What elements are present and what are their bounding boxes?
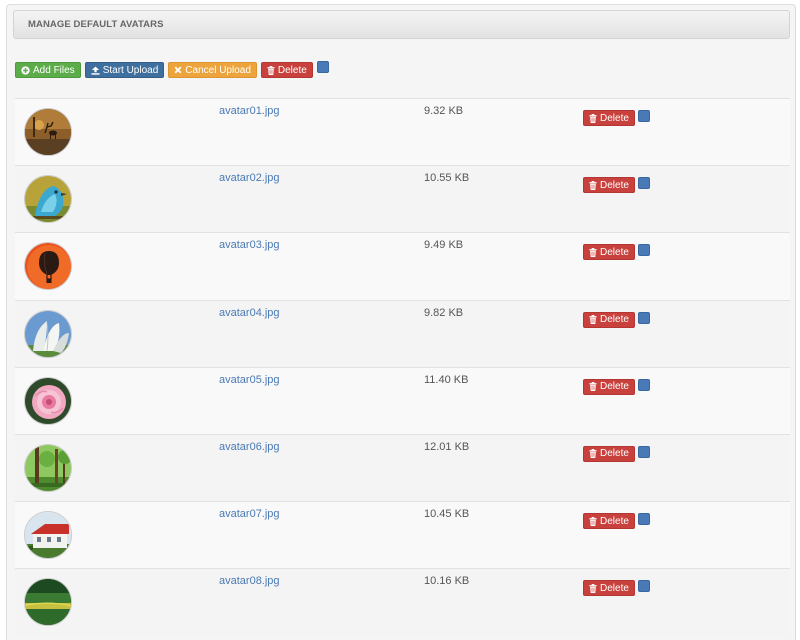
delete-selected-label: Delete xyxy=(277,64,307,76)
trash-icon xyxy=(589,247,597,257)
delete-label: Delete xyxy=(600,179,629,191)
file-size: 11.40 KB xyxy=(424,373,469,386)
trash-icon xyxy=(589,180,597,190)
upload-toolbar: Add Files Start Upload Cancel Upload Del… xyxy=(15,60,329,79)
file-row: avatar05.jpg 11.40 KB Delete xyxy=(15,366,790,434)
delete-label: Delete xyxy=(600,515,629,527)
white-tulips-image xyxy=(25,310,71,357)
delete-file-button[interactable]: Delete xyxy=(583,513,635,530)
delete-label: Delete xyxy=(600,381,629,393)
file-name-link[interactable]: avatar01.jpg xyxy=(219,105,280,117)
delete-file-button[interactable]: Delete xyxy=(583,580,635,597)
row-select-checkbox[interactable] xyxy=(637,378,650,391)
cancel-upload-button[interactable]: Cancel Upload xyxy=(168,62,257,78)
hot-air-balloon-image xyxy=(25,243,71,290)
row-actions: Delete xyxy=(583,445,650,462)
file-name-link[interactable]: avatar08.jpg xyxy=(219,575,280,587)
select-all-checkbox[interactable] xyxy=(316,60,329,73)
avatar-thumbnail xyxy=(24,309,72,358)
file-row: avatar02.jpg 10.55 KB Delete xyxy=(15,165,790,233)
row-actions: Delete xyxy=(583,177,650,194)
delete-file-button[interactable]: Delete xyxy=(583,378,635,395)
trash-icon xyxy=(589,315,597,325)
file-row: avatar07.jpg 10.45 KB Delete xyxy=(15,501,790,569)
file-name-link[interactable]: avatar04.jpg xyxy=(219,307,280,319)
avatar-thumbnail xyxy=(24,108,72,156)
file-name-link[interactable]: avatar07.jpg xyxy=(219,508,280,520)
row-select-checkbox[interactable] xyxy=(637,244,650,257)
delete-file-button[interactable]: Delete xyxy=(583,311,635,328)
row-select-checkbox[interactable] xyxy=(637,513,650,526)
add-files-label: Add Files xyxy=(33,64,75,76)
delete-label: Delete xyxy=(600,314,629,326)
file-row: avatar06.jpg 12.01 KB Delete xyxy=(15,433,790,502)
trash-icon xyxy=(589,449,597,459)
row-actions: Delete xyxy=(583,580,650,597)
blue-bird-image xyxy=(25,176,71,223)
trash-icon xyxy=(267,65,275,75)
trash-icon xyxy=(589,583,597,593)
row-actions: Delete xyxy=(583,513,650,530)
file-name-link[interactable]: avatar03.jpg xyxy=(219,239,280,251)
row-actions: Delete xyxy=(583,244,650,261)
avatar-thumbnail xyxy=(24,443,72,492)
file-size: 9.49 KB xyxy=(424,239,464,252)
row-actions: Delete xyxy=(583,311,650,328)
file-list: avatar01.jpg 9.32 KB Delete avatar02.jpg… xyxy=(15,98,790,636)
row-select-checkbox[interactable] xyxy=(637,445,650,458)
file-row: avatar03.jpg 9.49 KB Delete xyxy=(15,232,790,300)
row-select-checkbox[interactable] xyxy=(637,177,650,190)
row-select-checkbox[interactable] xyxy=(637,580,650,593)
file-row: avatar04.jpg 9.82 KB Delete xyxy=(15,299,790,367)
forest-image xyxy=(25,444,71,491)
close-icon xyxy=(174,66,182,74)
file-size: 12.01 KB xyxy=(424,440,470,453)
file-name-link[interactable]: avatar02.jpg xyxy=(219,172,280,184)
delete-file-button[interactable]: Delete xyxy=(583,244,635,261)
trash-icon xyxy=(589,516,597,526)
plus-circle-icon xyxy=(21,65,30,75)
delete-label: Delete xyxy=(600,448,629,460)
file-row: avatar08.jpg 10.16 KB Delete xyxy=(15,568,790,636)
delete-label: Delete xyxy=(600,112,629,124)
delete-file-button[interactable]: Delete xyxy=(583,445,635,462)
delete-label: Delete xyxy=(600,246,629,258)
deer-at-sunset-image xyxy=(25,109,71,155)
delete-file-button[interactable]: Delete xyxy=(583,110,635,126)
file-row: avatar01.jpg 9.32 KB Delete xyxy=(15,98,790,166)
file-name-link[interactable]: avatar05.jpg xyxy=(219,374,280,386)
file-size: 9.32 KB xyxy=(424,105,464,117)
file-size: 10.16 KB xyxy=(424,575,470,588)
file-name-link[interactable]: avatar06.jpg xyxy=(219,441,280,453)
delete-label: Delete xyxy=(600,582,629,594)
row-actions: Delete xyxy=(583,110,650,126)
row-select-checkbox[interactable] xyxy=(637,110,650,122)
manage-avatars-panel: MANAGE DEFAULT AVATARS Add Files Start U… xyxy=(6,4,796,640)
pink-peony-image xyxy=(25,377,71,424)
row-select-checkbox[interactable] xyxy=(637,311,650,324)
avatar-thumbnail xyxy=(24,578,72,627)
row-actions: Delete xyxy=(583,378,650,395)
file-size: 9.82 KB xyxy=(424,306,464,319)
file-size: 10.45 KB xyxy=(424,508,470,521)
trash-icon xyxy=(589,113,597,123)
cancel-upload-label: Cancel Upload xyxy=(185,64,251,76)
trash-icon xyxy=(589,382,597,392)
delete-file-button[interactable]: Delete xyxy=(583,177,635,194)
start-upload-button[interactable]: Start Upload xyxy=(84,62,165,78)
avatar-thumbnail xyxy=(24,376,72,425)
file-size: 10.55 KB xyxy=(424,172,470,185)
add-files-button[interactable]: Add Files xyxy=(15,62,81,78)
avatar-thumbnail xyxy=(24,242,72,291)
field-landscape-image xyxy=(25,579,71,626)
avatar-thumbnail xyxy=(24,511,72,560)
panel-title: MANAGE DEFAULT AVATARS xyxy=(13,10,790,39)
farmhouse-image xyxy=(25,512,71,559)
avatar-thumbnail xyxy=(24,175,72,224)
start-upload-label: Start Upload xyxy=(102,64,159,76)
delete-selected-button[interactable]: Delete xyxy=(260,62,313,78)
upload-icon xyxy=(91,65,100,75)
